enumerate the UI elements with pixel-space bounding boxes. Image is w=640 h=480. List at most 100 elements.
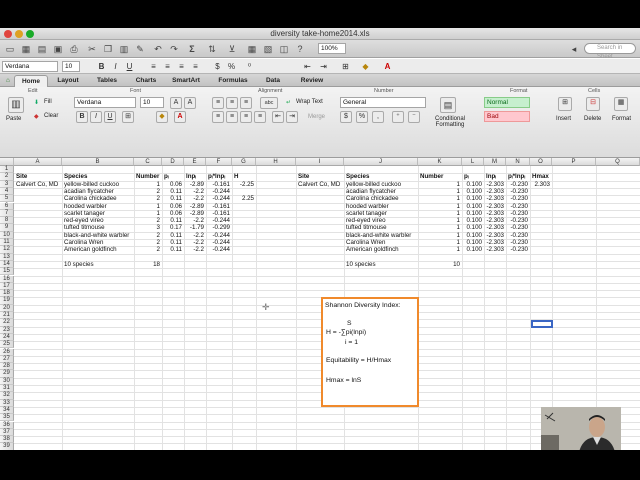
tab-data[interactable]: Data (258, 75, 288, 87)
wrap-text-button[interactable]: Wrap Text (296, 99, 323, 105)
conditional-formatting-button[interactable]: Conditional Formatting (432, 116, 468, 128)
column-header[interactable]: N (506, 158, 530, 166)
row-header[interactable]: 17 (0, 282, 14, 291)
font-size-field[interactable]: 10 (62, 61, 80, 72)
zoom-window-icon[interactable] (26, 30, 34, 38)
underline-button[interactable]: U (124, 61, 135, 72)
column-header[interactable]: E (184, 158, 206, 166)
decimal-icon[interactable]: ⁰ (244, 61, 255, 72)
open-icon[interactable]: ▤ (36, 43, 48, 55)
row-header[interactable]: 22 (0, 319, 14, 327)
insert-icon[interactable]: ⊞ (558, 97, 572, 111)
orientation-button[interactable]: abc (260, 97, 278, 109)
sheet-nav-icon[interactable]: ◂ (568, 43, 580, 55)
bold-button[interactable]: B (96, 61, 107, 72)
decrease-font-icon[interactable]: A (184, 97, 196, 109)
tab-layout[interactable]: Layout (50, 75, 86, 87)
row-header[interactable]: 18 (0, 290, 14, 298)
ribbon-size-field[interactable]: 10 (140, 97, 164, 108)
column-header[interactable]: B (62, 158, 134, 166)
row-header[interactable]: 33 (0, 399, 14, 407)
redo-icon[interactable]: ↷ (168, 43, 180, 55)
number-format-select[interactable]: General (340, 97, 426, 108)
column-header[interactable]: J (344, 158, 418, 166)
ribbon-font-field[interactable]: Verdana (74, 97, 136, 108)
row-header[interactable]: 29 (0, 370, 14, 378)
column-header[interactable]: A (14, 158, 62, 166)
row-header[interactable]: 39 (0, 443, 14, 450)
ribbon-bold-button[interactable]: B (76, 111, 88, 123)
column-header[interactable]: C (134, 158, 162, 166)
zoom-select[interactable]: 100% (318, 43, 346, 54)
wrap-text-icon[interactable]: ↵ (286, 99, 291, 106)
align-middle-icon[interactable]: ≡ (226, 97, 238, 109)
ribbon-indent-icon[interactable]: ⇤ (272, 111, 284, 123)
row-header[interactable]: 23 (0, 326, 14, 334)
help-icon[interactable]: ? (294, 43, 306, 55)
row-header[interactable]: 25 (0, 341, 14, 349)
increase-decimal-icon[interactable]: ⁺ (392, 111, 404, 123)
align-center-icon[interactable]: ≡ (162, 61, 173, 72)
italic-button[interactable]: I (110, 61, 121, 72)
undo-icon[interactable]: ↶ (152, 43, 164, 55)
row-header[interactable]: 5 (0, 195, 14, 203)
ribbon-outdent-icon[interactable]: ⇥ (286, 111, 298, 123)
home-tab-icon[interactable]: ⌂ (4, 75, 12, 87)
font-color-icon[interactable]: A (382, 61, 393, 72)
row-header[interactable]: 12 (0, 246, 14, 254)
close-window-icon[interactable] (4, 30, 12, 38)
increase-font-icon[interactable]: A (170, 97, 182, 109)
outdent-icon[interactable]: ⇥ (318, 61, 329, 72)
ribbon-align-left-icon[interactable]: ≡ (212, 111, 224, 123)
spreadsheet-grid[interactable]: A B C D E F G H I J K L M N O P Q 1 2 3 4 5 6 7 8 9 10 11 12 13 14 15 16… (0, 158, 640, 450)
row-header[interactable]: 30 (0, 377, 14, 385)
row-header[interactable]: 11 (0, 239, 14, 247)
column-header[interactable]: M (484, 158, 506, 166)
row-header[interactable]: 21 (0, 312, 14, 320)
gallery-icon[interactable]: ▦ (246, 43, 258, 55)
column-header[interactable]: I (296, 158, 344, 166)
row-header[interactable]: 16 (0, 275, 14, 283)
paste-label[interactable]: Paste (6, 116, 21, 122)
selected-cell[interactable] (531, 320, 553, 328)
indent-icon[interactable]: ⇤ (302, 61, 313, 72)
ribbon-justify-icon[interactable]: ≡ (254, 111, 266, 123)
ribbon-align-center-icon[interactable]: ≡ (226, 111, 238, 123)
row-header[interactable]: 2 (0, 173, 14, 181)
row-header[interactable]: 1 (0, 166, 14, 174)
column-header[interactable]: P (552, 158, 596, 166)
autosum-icon[interactable]: Σ (186, 43, 198, 55)
row-header[interactable]: 38 (0, 436, 14, 444)
number-percent-icon[interactable]: % (356, 111, 368, 123)
row-header[interactable]: 36 (0, 421, 14, 429)
align-top-icon[interactable]: ≡ (212, 97, 224, 109)
clear-button[interactable]: Clear (44, 113, 58, 119)
row-header[interactable]: 32 (0, 392, 14, 400)
media-icon[interactable]: ◫ (278, 43, 290, 55)
format-button[interactable]: Format (612, 116, 631, 122)
font-name-field[interactable]: Verdana (2, 61, 58, 72)
row-header[interactable]: 10 (0, 231, 14, 239)
comma-style-icon[interactable]: , (372, 111, 384, 123)
row-header[interactable]: 9 (0, 224, 14, 232)
row-header[interactable]: 31 (0, 385, 14, 393)
column-header[interactable]: Q (596, 158, 640, 166)
row-header[interactable]: 3 (0, 180, 14, 188)
row-header[interactable]: 8 (0, 217, 14, 225)
column-header[interactable]: F (206, 158, 232, 166)
shannon-index-textbox[interactable]: Shannon Diversity Index: S H = -∑pi(lnpi) i… (321, 297, 419, 407)
select-all-corner[interactable] (0, 158, 14, 166)
tab-review[interactable]: Review (292, 75, 332, 87)
tab-formulas[interactable]: Formulas (210, 75, 256, 87)
fill-color-icon[interactable]: ◆ (360, 61, 371, 72)
column-header[interactable]: H (256, 158, 296, 166)
row-header[interactable]: 6 (0, 202, 14, 210)
align-bottom-icon[interactable]: ≡ (240, 97, 252, 109)
tab-charts[interactable]: Charts (128, 75, 164, 87)
ribbon-font-color-icon[interactable]: A (174, 111, 186, 123)
row-header[interactable]: 27 (0, 355, 14, 364)
ribbon-italic-button[interactable]: I (90, 111, 102, 123)
tab-smartart[interactable]: SmartArt (166, 75, 206, 87)
search-field[interactable]: Search in Sheet (584, 43, 636, 60)
sort-icon[interactable]: ⇅ (206, 43, 218, 55)
